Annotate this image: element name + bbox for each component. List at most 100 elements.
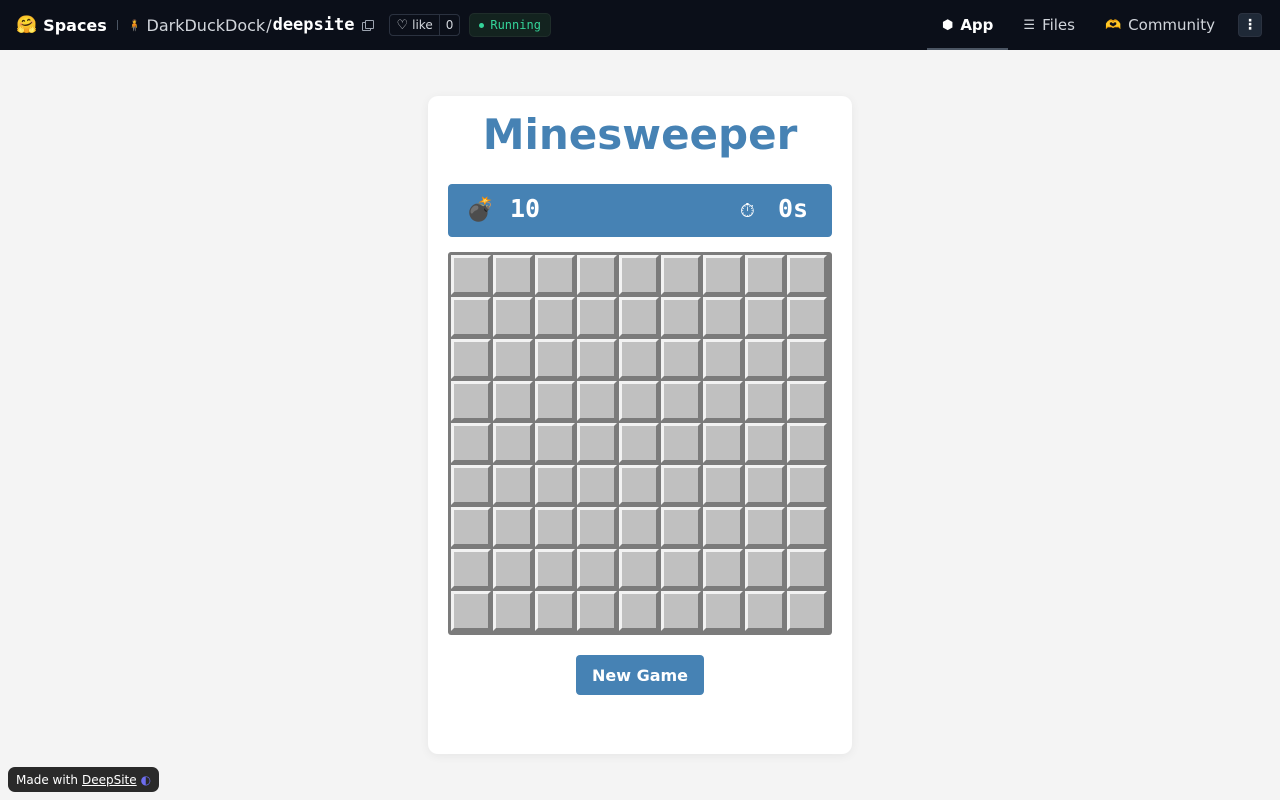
board-cell[interactable] [577, 339, 617, 379]
board-cell[interactable] [745, 591, 785, 631]
board-cell[interactable] [703, 465, 743, 505]
spaces-link[interactable]: 🤗 Spaces [16, 15, 107, 35]
board-cell[interactable] [493, 255, 533, 295]
board-cell[interactable] [535, 507, 575, 547]
board-cell[interactable] [787, 591, 827, 631]
board-cell[interactable] [703, 549, 743, 589]
board-cell[interactable] [577, 255, 617, 295]
board-cell[interactable] [535, 591, 575, 631]
board-cell[interactable] [493, 507, 533, 547]
board-cell[interactable] [535, 297, 575, 337]
board-cell[interactable] [619, 507, 659, 547]
tab-app[interactable]: ⬢ App [926, 0, 1009, 50]
board-cell[interactable] [745, 297, 785, 337]
board-cell[interactable] [787, 549, 827, 589]
board-cell[interactable] [787, 465, 827, 505]
board-cell[interactable] [493, 381, 533, 421]
board-cell[interactable] [619, 423, 659, 463]
board-cell[interactable] [745, 255, 785, 295]
board-cell[interactable] [703, 255, 743, 295]
board-cell[interactable] [661, 423, 701, 463]
new-game-button[interactable]: New Game [576, 655, 704, 695]
board-cell[interactable] [451, 591, 491, 631]
board-cell[interactable] [745, 381, 785, 421]
board-cell[interactable] [745, 423, 785, 463]
board-cell[interactable] [661, 255, 701, 295]
board-cell[interactable] [535, 423, 575, 463]
board-cell[interactable] [451, 297, 491, 337]
board-cell[interactable] [661, 591, 701, 631]
board-cell[interactable] [577, 423, 617, 463]
top-bar: 🤗 Spaces 🧍 DarkDuckDock / deepsite ♡ lik… [0, 0, 1280, 50]
board-cell[interactable] [493, 339, 533, 379]
board-cell[interactable] [619, 549, 659, 589]
board-cell[interactable] [619, 465, 659, 505]
made-with-label: Made with [16, 772, 78, 787]
like-count[interactable]: 0 [438, 15, 460, 35]
board-cell[interactable] [619, 339, 659, 379]
board-cell[interactable] [787, 339, 827, 379]
board-cell[interactable] [703, 591, 743, 631]
board-cell[interactable] [535, 339, 575, 379]
board-cell[interactable] [661, 297, 701, 337]
board-cell[interactable] [619, 297, 659, 337]
board-cell[interactable] [451, 507, 491, 547]
game-card: Minesweeper 💣 10 ⏱ 0s New Game [428, 96, 852, 754]
hugging-face-logo-icon: 🤗 [16, 15, 38, 35]
board-cell[interactable] [493, 297, 533, 337]
board-cell[interactable] [703, 339, 743, 379]
board-cell[interactable] [535, 255, 575, 295]
bomb-icon: 💣 [466, 197, 495, 223]
board-cell[interactable] [493, 465, 533, 505]
owner-link[interactable]: DarkDuckDock [147, 16, 266, 35]
board-cell[interactable] [451, 549, 491, 589]
board-cell[interactable] [619, 381, 659, 421]
board-cell[interactable] [745, 339, 785, 379]
copy-icon[interactable] [362, 19, 375, 31]
board-cell[interactable] [535, 549, 575, 589]
board-cell[interactable] [787, 297, 827, 337]
board-cell[interactable] [451, 381, 491, 421]
board-cell[interactable] [493, 549, 533, 589]
board-cell[interactable] [577, 591, 617, 631]
board-cell[interactable] [619, 591, 659, 631]
board-cell[interactable] [745, 465, 785, 505]
board-cell[interactable] [745, 507, 785, 547]
board-cell[interactable] [451, 339, 491, 379]
board-cell[interactable] [787, 255, 827, 295]
board-cell[interactable] [661, 465, 701, 505]
board-cell[interactable] [661, 381, 701, 421]
board-cell[interactable] [703, 381, 743, 421]
board-cell[interactable] [493, 591, 533, 631]
board-cell[interactable] [577, 507, 617, 547]
board-cell[interactable] [703, 297, 743, 337]
board-cell[interactable] [535, 381, 575, 421]
community-icon: 🫶 [1104, 17, 1122, 33]
board-cell[interactable] [451, 465, 491, 505]
tab-files[interactable]: ☰ Files [1008, 0, 1090, 50]
board-cell[interactable] [661, 549, 701, 589]
deepsite-link[interactable]: DeepSite [82, 773, 137, 787]
board-cell[interactable] [577, 381, 617, 421]
board-cell[interactable] [577, 297, 617, 337]
like-button[interactable]: ♡ like 0 [389, 14, 461, 36]
board-cell[interactable] [451, 423, 491, 463]
made-with-badge[interactable]: Made with DeepSite ◐ [8, 767, 160, 792]
board-cell[interactable] [493, 423, 533, 463]
board-cell[interactable] [745, 549, 785, 589]
board-cell[interactable] [703, 507, 743, 547]
board-cell[interactable] [619, 255, 659, 295]
repo-link[interactable]: deepsite [273, 15, 355, 35]
board-cell[interactable] [787, 423, 827, 463]
board-cell[interactable] [661, 339, 701, 379]
board-cell[interactable] [661, 507, 701, 547]
board-cell[interactable] [787, 507, 827, 547]
board-cell[interactable] [787, 381, 827, 421]
more-menu-button[interactable]: ⋮ [1238, 13, 1262, 37]
board-cell[interactable] [451, 255, 491, 295]
board-cell[interactable] [703, 423, 743, 463]
tab-community[interactable]: 🫶 Community [1090, 0, 1230, 50]
board-cell[interactable] [535, 465, 575, 505]
board-cell[interactable] [577, 549, 617, 589]
board-cell[interactable] [577, 465, 617, 505]
